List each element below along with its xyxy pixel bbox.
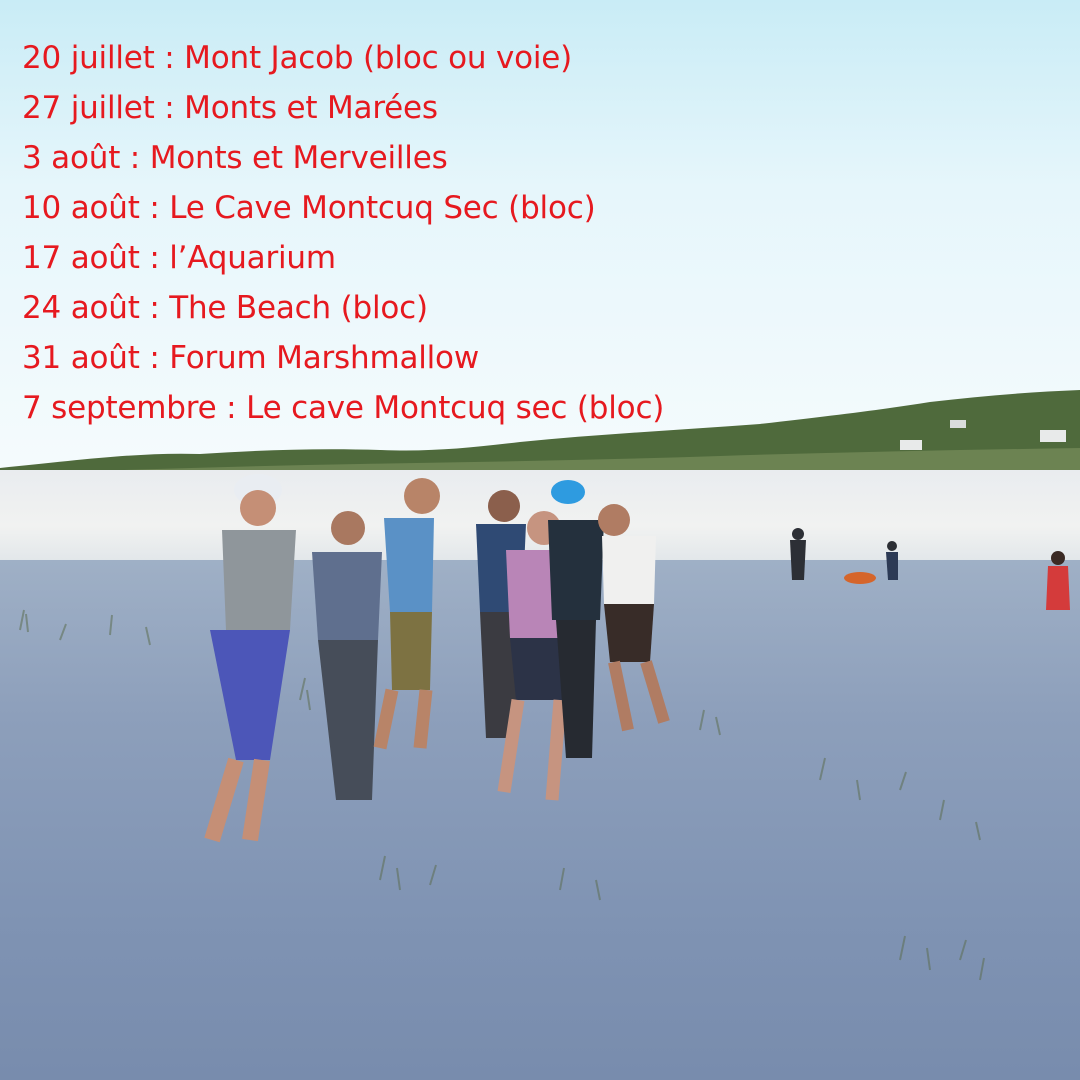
distant-people: [790, 528, 1070, 610]
beach-photo-poster: 20 juillet : Mont Jacob (bloc ou voie) 2…: [0, 0, 1080, 1080]
schedule-list: 20 juillet : Mont Jacob (bloc ou voie) 2…: [22, 33, 664, 433]
schedule-item: 31 août : Forum Marshmallow: [22, 340, 479, 376]
schedule-item: 24 août : The Beach (bloc): [22, 290, 428, 326]
person-tie-dye: [373, 478, 440, 750]
schedule-item: 7 septembre : Le cave Montcuq sec (bloc): [22, 390, 665, 426]
schedule-item: 20 juillet : Mont Jacob (bloc ou voie): [22, 40, 573, 76]
person-white-tank: [598, 504, 670, 732]
schedule-item: 17 août : l’Aquarium: [22, 240, 336, 276]
person-helmet-left: [204, 474, 296, 843]
schedule-item: 3 août : Monts et Merveilles: [22, 140, 448, 176]
schedule-item: 10 août : Le Cave Montcuq Sec (bloc): [22, 190, 596, 226]
person-tank-top: [312, 511, 382, 800]
schedule-item: 27 juillet : Monts et Marées: [22, 90, 438, 126]
